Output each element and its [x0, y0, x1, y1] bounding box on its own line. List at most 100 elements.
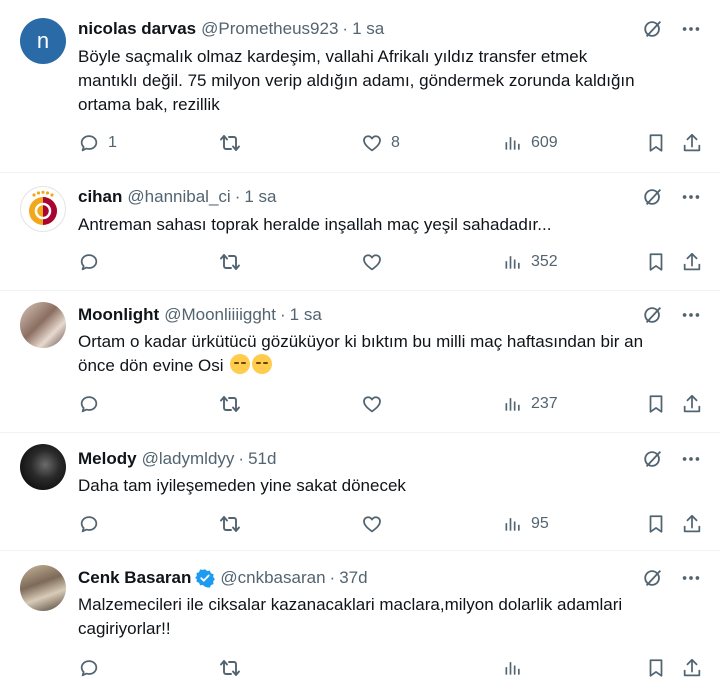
tweet-header: Cenk Basaran @cnkbasaran · 37d [78, 566, 368, 590]
tweet[interactable]: Melody @ladymldyy · 51d Daha tam iyileşe… [0, 432, 720, 551]
bookmark-icon [645, 393, 667, 415]
pensive-face-emoji [230, 354, 251, 374]
grok-icon[interactable] [642, 186, 664, 208]
tweet[interactable]: Moonlight @Moonliiiigght · 1 sa Ortam o … [0, 290, 720, 433]
retweet-button[interactable] [218, 389, 250, 419]
user-handle[interactable]: @cnkbasaran [220, 568, 325, 588]
tweet-text: Antreman sahası toprak heralde inşallah … [78, 213, 703, 237]
bookmark-icon [645, 132, 667, 154]
bookmark-icon [645, 657, 667, 679]
separator-dot: · [238, 449, 245, 468]
share-button[interactable] [681, 128, 703, 158]
tweet-text-line-with-emoji: önce dön evine Osi [78, 354, 703, 378]
tweet-actions: 352 [0, 247, 720, 277]
more-icon[interactable] [680, 186, 702, 208]
views-button[interactable] [503, 653, 523, 683]
more-icon[interactable] [680, 448, 702, 470]
reply-button[interactable] [78, 389, 108, 419]
retweet-icon [218, 250, 242, 274]
like-button[interactable] [361, 509, 391, 539]
grok-icon[interactable] [642, 304, 664, 326]
separator-dot: · [342, 19, 349, 38]
views-button[interactable]: 95 [503, 509, 549, 539]
more-icon[interactable] [680, 18, 702, 40]
tweet-text: Ortam o kadar ürkütücü gözüküyor ki bıkt… [78, 330, 703, 378]
avatar[interactable] [20, 565, 66, 611]
reply-icon [78, 393, 100, 415]
retweet-button[interactable] [218, 653, 242, 683]
timestamp[interactable]: 37d [339, 568, 367, 588]
tweet-text-line: Antreman sahası toprak heralde inşallah … [78, 215, 552, 234]
tweet-actions: 237 [0, 389, 720, 419]
avatar[interactable] [20, 444, 66, 490]
avatar[interactable] [20, 186, 66, 232]
views-button[interactable]: 237 [503, 389, 558, 419]
reply-icon [78, 657, 100, 679]
tweet[interactable]: Cenk Basaran @cnkbasaran · 37d Malzemeci… [0, 550, 720, 660]
separator-dot: · [234, 187, 241, 206]
club-logo-icon [29, 190, 57, 225]
tweet-text: Böyle saçmalık olmaz kardeşim, vallahi A… [78, 45, 703, 117]
tweet-text-line: Daha tam iyileşemeden yine sakat dönecek [78, 476, 406, 495]
retweet-button[interactable] [218, 509, 250, 539]
grok-icon[interactable] [642, 567, 664, 589]
display-name[interactable]: cihan [78, 187, 122, 207]
bookmark-button[interactable] [645, 247, 667, 277]
display-name[interactable]: Cenk Basaran [78, 568, 191, 588]
more-icon[interactable] [680, 567, 702, 589]
views-count: 95 [531, 515, 549, 532]
grok-icon[interactable] [642, 18, 664, 40]
views-count: 237 [531, 395, 558, 412]
tweet-text: Malzemecileri ile ciksalar kazanacaklari… [78, 593, 703, 641]
views-button[interactable]: 609 [503, 128, 558, 158]
like-button[interactable] [361, 247, 391, 277]
user-handle[interactable]: @hannibal_ci [127, 187, 230, 207]
tweet-text-line: Böyle saçmalık olmaz kardeşim, vallahi A… [78, 47, 588, 66]
more-icon[interactable] [680, 304, 702, 326]
retweet-icon [218, 512, 242, 536]
like-icon [361, 393, 383, 415]
timestamp[interactable]: 1 sa [352, 19, 384, 39]
bookmark-button[interactable] [645, 128, 667, 158]
bookmark-button[interactable] [645, 509, 667, 539]
share-icon [681, 393, 703, 415]
user-handle[interactable]: @ladymldyy [142, 449, 235, 469]
share-icon [681, 513, 703, 535]
like-button[interactable] [361, 389, 391, 419]
tweet-text-line: cagiriyorlar!! [78, 619, 171, 638]
user-handle[interactable]: @Moonliiiigght [164, 305, 276, 325]
share-button[interactable] [681, 509, 703, 539]
avatar[interactable] [20, 302, 66, 348]
views-count: 352 [531, 253, 558, 270]
tweet[interactable]: cihan @hannibal_ci · 1 sa Antreman sahas… [0, 172, 720, 291]
share-button[interactable] [681, 247, 703, 277]
like-icon [361, 251, 383, 273]
reply-button[interactable] [78, 509, 108, 539]
tweet-actions: 95 [0, 509, 720, 539]
timestamp[interactable]: 1 sa [290, 305, 322, 325]
bookmark-button[interactable] [645, 653, 667, 683]
timestamp[interactable]: 51d [248, 449, 276, 469]
like-button[interactable]: 8 [361, 128, 400, 158]
display-name[interactable]: Moonlight [78, 305, 159, 325]
avatar[interactable]: n [20, 18, 66, 64]
views-button[interactable]: 352 [503, 247, 558, 277]
display-name[interactable]: nicolas darvas [78, 19, 196, 39]
views-icon [503, 514, 523, 534]
share-button[interactable] [681, 653, 703, 683]
tweet[interactable]: n nicolas darvas @Prometheus923 · 1 sa B… [0, 0, 720, 173]
tweet-actions: 1 8 609 [0, 128, 720, 158]
display-name[interactable]: Melody [78, 449, 137, 469]
views-icon [503, 658, 523, 678]
retweet-button[interactable] [218, 128, 250, 158]
user-handle[interactable]: @Prometheus923 [201, 19, 338, 39]
tweet-text: Daha tam iyileşemeden yine sakat dönecek [78, 474, 703, 498]
timestamp[interactable]: 1 sa [244, 187, 276, 207]
reply-button[interactable]: 1 [78, 128, 117, 158]
reply-button[interactable] [78, 653, 100, 683]
share-button[interactable] [681, 389, 703, 419]
grok-icon[interactable] [642, 448, 664, 470]
retweet-button[interactable] [218, 247, 250, 277]
reply-button[interactable] [78, 247, 108, 277]
bookmark-button[interactable] [645, 389, 667, 419]
